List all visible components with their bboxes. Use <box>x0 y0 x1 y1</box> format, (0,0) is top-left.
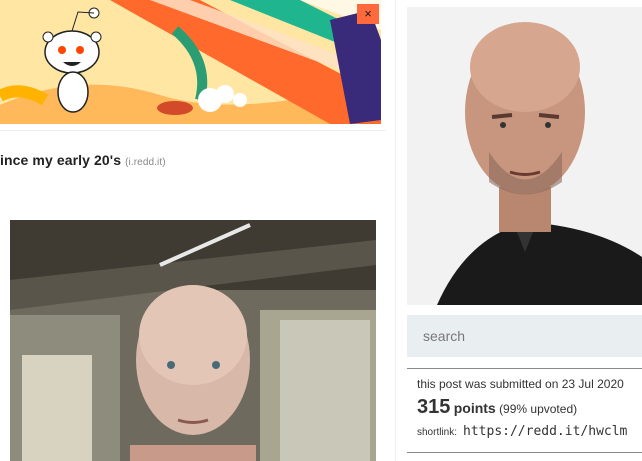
upvote-ratio: (99% upvoted) <box>499 402 578 416</box>
shortlink-label: shortlink: <box>417 427 458 438</box>
sidebar-photo <box>407 7 642 305</box>
points-label: points <box>453 400 496 416</box>
sidebar-divider <box>395 0 396 461</box>
submitted-date: this post was submitted on 23 Jul 2020 <box>417 377 624 391</box>
shortlink-line: shortlink: https://redd.it/hwclm <box>417 424 627 439</box>
shortlink-url[interactable]: https://redd.it/hwclm <box>463 424 627 439</box>
post-title-text[interactable]: ince my early 20's <box>0 152 121 168</box>
divider <box>407 368 642 369</box>
post-photo <box>10 220 376 461</box>
divider <box>0 130 386 131</box>
search-placeholder: search <box>423 328 466 344</box>
close-banner-button[interactable]: × <box>357 4 379 24</box>
score-line: 315 points (99% upvoted) <box>417 396 577 419</box>
divider <box>407 452 642 453</box>
sidebar-image <box>407 7 642 305</box>
promo-banner[interactable]: × <box>0 0 381 124</box>
banner-illustration <box>0 0 381 124</box>
points-count: 315 <box>417 396 451 418</box>
search-input[interactable]: search <box>407 315 642 357</box>
post-image[interactable] <box>10 220 376 461</box>
post-title[interactable]: ince my early 20's (i.redd.it) <box>0 152 166 168</box>
post-domain[interactable]: (i.redd.it) <box>125 157 166 168</box>
